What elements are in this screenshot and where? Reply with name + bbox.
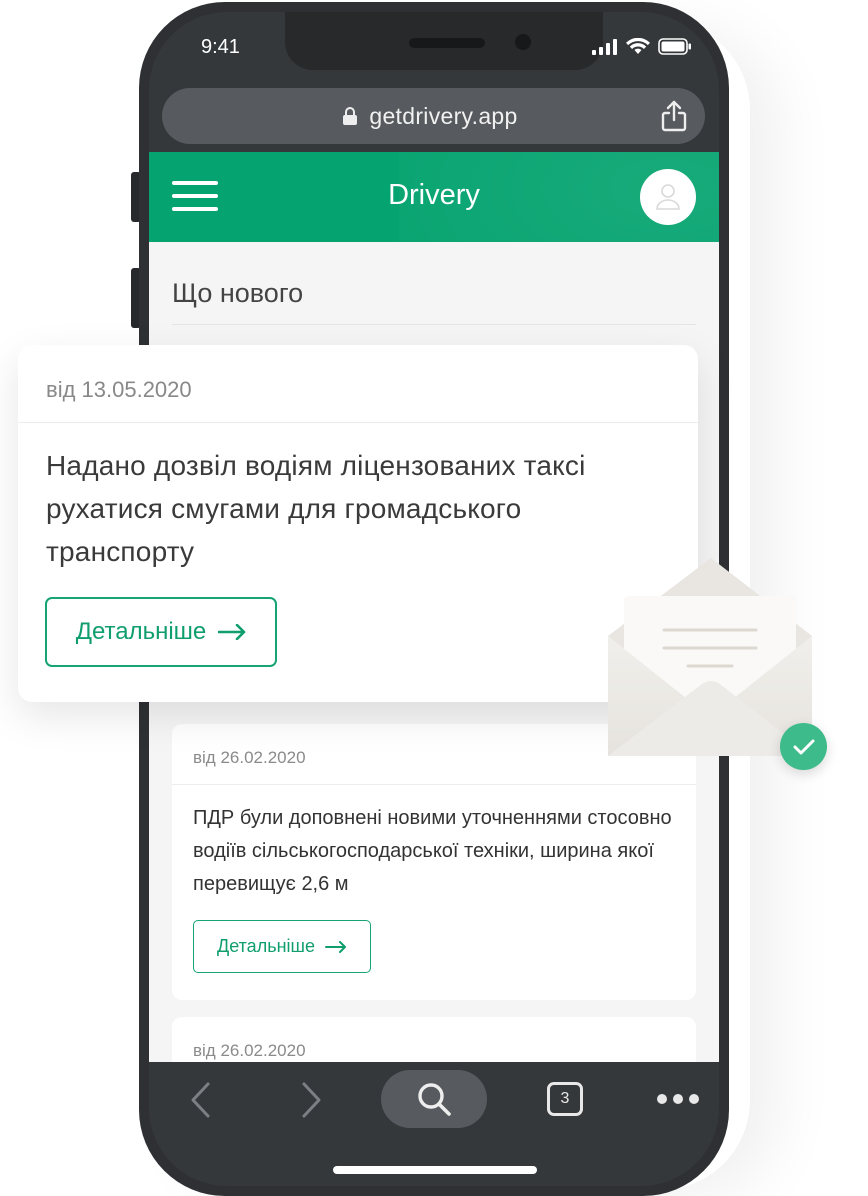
more-icon[interactable]	[657, 1094, 699, 1104]
envelope-icon	[608, 558, 812, 756]
phone-notch	[285, 12, 603, 70]
signal-icon	[592, 38, 617, 55]
arrow-right-icon	[324, 940, 346, 953]
details-button-label: Детальніше	[217, 936, 315, 956]
news-text: Надано дозвіл водіям ліцензованих таксі …	[46, 450, 586, 567]
app-title: Drivery	[388, 179, 480, 211]
section-divider	[172, 324, 696, 325]
browser-toolbar: 3	[149, 1062, 719, 1186]
speaker-grille	[409, 38, 485, 48]
battery-icon	[658, 38, 691, 55]
status-time: 9:41	[201, 36, 240, 58]
front-camera	[515, 34, 531, 50]
back-arrow-icon[interactable]	[189, 1082, 211, 1118]
news-date: від 26.02.2020	[193, 1041, 306, 1060]
url-text: getdrivery.app	[369, 103, 518, 129]
tabs-icon[interactable]: 3	[547, 1082, 583, 1116]
check-icon	[793, 739, 814, 754]
profile-button[interactable]	[640, 169, 696, 225]
news-text: ПДР були доповнені новими уточненнями ст…	[193, 807, 672, 895]
check-badge	[780, 723, 827, 770]
search-icon	[418, 1083, 451, 1116]
featured-news-card: від 13.05.2020 Надано дозвіл водіям ліце…	[18, 345, 698, 702]
card-divider	[18, 422, 698, 423]
news-date: від 13.05.2020	[46, 377, 192, 402]
details-button-label: Детальніше	[75, 618, 207, 645]
share-icon[interactable]	[661, 100, 687, 132]
details-button[interactable]: Детальніше	[193, 920, 371, 973]
search-button[interactable]	[381, 1070, 487, 1128]
user-icon	[656, 184, 680, 210]
tabs-count: 3	[560, 1090, 570, 1107]
app-header: Drivery	[149, 152, 719, 242]
browser-url-bar[interactable]: getdrivery.app	[162, 88, 705, 144]
details-button[interactable]: Детальніше	[45, 597, 277, 667]
card-divider	[172, 784, 696, 785]
section-title: Що нового	[172, 278, 304, 308]
wifi-icon	[626, 38, 650, 54]
news-card: від 26.02.2020 ПДР були доповнені новими…	[172, 724, 696, 1000]
status-icons	[592, 38, 692, 55]
arrow-right-icon	[218, 624, 246, 640]
home-indicator[interactable]	[333, 1166, 537, 1174]
forward-arrow-icon[interactable]	[301, 1082, 323, 1118]
news-date: від 26.02.2020	[193, 748, 306, 767]
